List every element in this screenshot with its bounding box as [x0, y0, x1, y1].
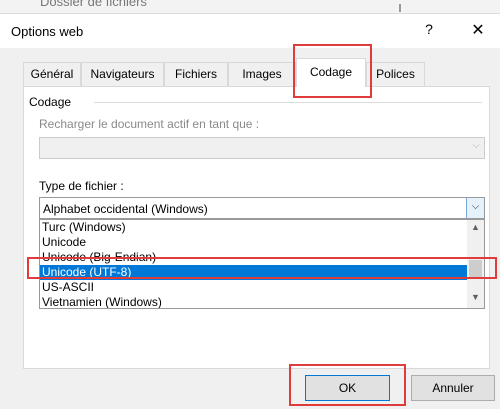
list-item[interactable]: US-ASCII	[40, 280, 468, 295]
background-tick	[399, 4, 401, 12]
list-item[interactable]: Unicode	[40, 235, 468, 250]
list-item-selected[interactable]: Unicode (UTF-8)	[40, 265, 468, 280]
options-web-dialog: Options web ? ✕ Général Navigateurs Fich…	[0, 14, 500, 409]
chevron-down-icon: ⌵	[471, 201, 480, 212]
close-button[interactable]: ✕	[470, 20, 486, 40]
cancel-button[interactable]: Annuler	[411, 375, 495, 401]
tab-codage[interactable]: Codage	[296, 58, 366, 87]
group-divider	[94, 102, 482, 103]
chevron-down-icon: ⌵	[472, 140, 480, 151]
tab-images[interactable]: Images	[228, 62, 296, 86]
tab-polices[interactable]: Polices	[366, 62, 425, 86]
codage-panel: Codage Recharger le document actif en ta…	[23, 86, 490, 369]
dialog-title: Options web	[11, 24, 84, 39]
list-item[interactable]: Turc (Windows)	[40, 220, 468, 235]
title-bar: Options web ? ✕	[0, 14, 500, 48]
list-item[interactable]: Vietnamien (Windows)	[40, 295, 468, 308]
file-type-label: Type de fichier :	[39, 179, 124, 193]
help-button[interactable]: ?	[422, 21, 436, 37]
tab-general[interactable]: Général	[23, 62, 81, 86]
chevron-up-icon[interactable]: ▲	[467, 222, 484, 232]
tab-navigateurs[interactable]: Navigateurs	[81, 62, 164, 86]
reload-label: Recharger le document actif en tant que …	[39, 117, 260, 131]
listbox-scrollbar[interactable]: ▲ ▼	[467, 220, 484, 308]
dropdown-arrow-button[interactable]: ⌵	[466, 198, 484, 218]
file-type-value: Alphabet occidental (Windows)	[43, 202, 208, 216]
file-type-select[interactable]: Alphabet occidental (Windows) ⌵	[39, 197, 485, 219]
encoding-listbox[interactable]: Turc (Windows) Unicode Unicode (Big-Endi…	[39, 219, 485, 309]
background-window-strip: Dossier de fichiers	[0, 0, 500, 14]
tab-fichiers[interactable]: Fichiers	[164, 62, 228, 86]
reload-encoding-select: ⌵	[39, 137, 485, 159]
codage-group-label: Codage	[29, 95, 75, 109]
scrollbar-thumb[interactable]	[469, 260, 482, 278]
list-item[interactable]: Unicode (Big-Endian)	[40, 250, 468, 265]
background-window-text: Dossier de fichiers	[40, 0, 147, 9]
chevron-down-icon[interactable]: ▼	[467, 292, 484, 302]
ok-button[interactable]: OK	[305, 375, 390, 401]
